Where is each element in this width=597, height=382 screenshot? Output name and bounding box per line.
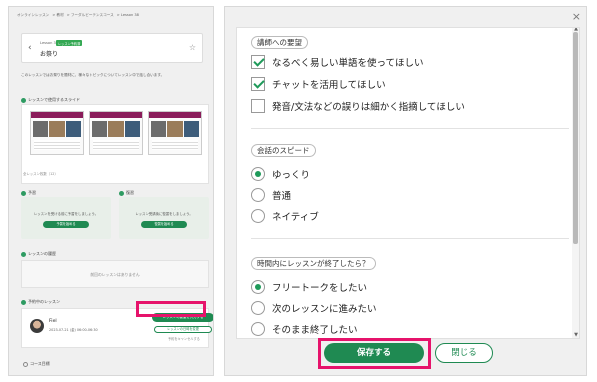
divider (251, 128, 569, 129)
checkbox-option[interactable]: なるべく易しい単語を使ってほしい (251, 55, 424, 69)
radio-unselected[interactable] (251, 301, 265, 315)
breadcrumb: オンラインレッスン > 教材 > フーダルビーテンスコース > Lesson 38 (17, 13, 139, 17)
lesson-title: お祭り (40, 51, 59, 58)
divider (251, 238, 569, 239)
slides-section-heading: レッスンで使用するスライド (21, 97, 80, 103)
reservation-label: 予約中のレッスン (28, 299, 60, 304)
review-label: 復習 (126, 190, 134, 195)
prep-card: レッスンを受ける前に予習をしましょう。 予習を始める (21, 197, 111, 239)
highlight-box (136, 301, 206, 317)
lesson-detail-panel: オンラインレッスン > 教材 > フーダルビーテンスコース > Lesson 38 ‹… (8, 6, 214, 376)
option-label: なるべく易しい単語を使ってほしい (272, 58, 424, 69)
slide-thumbnail[interactable] (30, 111, 84, 155)
back-chevron-icon[interactable]: ‹ (28, 43, 32, 53)
syllabus-heading[interactable]: コース目標 (23, 361, 50, 367)
history-label: レッスンの履歴 (28, 251, 56, 256)
prep-heading: 予習 (21, 190, 36, 196)
radio-unselected[interactable] (251, 188, 265, 202)
radio-option[interactable]: 普通 (251, 188, 291, 202)
slides-count: 全レッスン枚数（12） (23, 172, 58, 176)
reservation-heading: 予約中のレッスン (21, 299, 60, 305)
review-text: レッスン受講後に復習をしましょう。 (135, 212, 193, 216)
scrollbar-thumb[interactable] (573, 32, 578, 244)
start-review-button[interactable]: 復習を始める (141, 221, 187, 228)
slide-thumbnail[interactable] (89, 111, 143, 155)
close-button[interactable]: 閉じる (435, 343, 493, 363)
scroll-up-arrow-icon[interactable]: ▲ (574, 28, 578, 32)
option-label: フリートークをしたい (272, 283, 368, 294)
question-title: 講師への要望 (251, 36, 308, 49)
breadcrumb-item[interactable]: オンラインレッスン (17, 13, 49, 17)
reserved-badge: レッスン予約済 (56, 40, 83, 46)
tutor-avatar[interactable] (30, 319, 44, 333)
request-form-scroll-area[interactable]: 講師への要望 なるべく易しい単語を使ってほしい チャットを活用してほしい 発音/… (236, 27, 580, 339)
checkbox-option[interactable]: 発音/文法などの誤りは細かく指摘してほしい (251, 99, 465, 113)
radio-unselected[interactable] (251, 322, 265, 336)
request-modal: × 講師への要望 なるべく易しい単語を使ってほしい チャットを活用してほしい 発… (224, 6, 587, 376)
breadcrumb-item[interactable]: フーダルビーテンスコース (71, 13, 114, 17)
lesson-header: ‹ Lesson 38 レッスン予約済 お祭り ☆ (21, 33, 203, 63)
breadcrumb-item[interactable]: 教材 (57, 13, 64, 17)
reservation-datetime: 2023-07-21 (金) 06:00-06:30 (49, 328, 98, 332)
radio-option[interactable]: ゆっくり (251, 167, 310, 181)
section-dot-icon (21, 190, 26, 196)
review-heading: 復習 (119, 190, 134, 196)
radio-unselected[interactable] (251, 209, 265, 223)
bookmark-icon[interactable]: ☆ (189, 43, 196, 52)
section-dot-icon (21, 251, 26, 257)
start-prep-button[interactable]: 予習を始める (43, 221, 89, 228)
option-label: 普通 (272, 191, 292, 202)
change-datetime-button[interactable]: レッスンの日時を変更 (154, 326, 212, 333)
checkbox-unchecked[interactable] (251, 99, 265, 113)
circle-icon (23, 361, 28, 367)
radio-selected[interactable] (251, 280, 265, 294)
slides-section-label: レッスンで使用するスライド (28, 97, 80, 102)
option-label: そのまま終了したい (272, 325, 358, 336)
radio-option[interactable]: 次のレッスンに進みたい (251, 301, 377, 315)
radio-option[interactable]: ネイティブ (251, 209, 319, 223)
option-label: チャットを活用してほしい (272, 80, 386, 91)
prep-text: レッスンを受ける前に予習をしましょう。 (33, 212, 99, 216)
tutor-name[interactable]: Fiel (49, 319, 57, 324)
question-title: 時間内にレッスンが終了したら？ (251, 257, 376, 270)
scroll-down-arrow-icon[interactable]: ▼ (574, 332, 578, 338)
syllabus-label: コース目標 (30, 361, 50, 366)
history-empty: 前回のレッスンはありません (21, 260, 209, 288)
section-dot-icon (21, 299, 26, 305)
radio-option[interactable]: フリートークをしたい (251, 280, 367, 294)
lesson-intro-text: このレッスンではお祭りを題材に、様々なトピックについてレッスン中で話し合います。 (21, 73, 165, 77)
option-label: ネイティブ (272, 212, 319, 223)
close-icon[interactable]: × (572, 10, 581, 23)
breadcrumb-item: Lesson 38 (120, 13, 139, 17)
scrollbar[interactable]: ▲ ▼ (572, 28, 579, 338)
cancel-reservation-link[interactable]: 予約をキャンセルする (168, 336, 200, 341)
radio-selected[interactable] (251, 167, 265, 181)
section-dot-icon (21, 97, 26, 103)
option-label: 発音/文法などの誤りは細かく指摘してほしい (272, 102, 465, 113)
checkbox-option[interactable]: チャットを活用してほしい (251, 77, 386, 91)
radio-option[interactable]: そのまま終了したい (251, 322, 358, 336)
slide-thumbnail[interactable] (148, 111, 202, 155)
checkbox-checked[interactable] (251, 77, 265, 91)
question-title: 会話のスピード (251, 144, 316, 157)
checkbox-checked[interactable] (251, 55, 265, 69)
history-heading: レッスンの履歴 (21, 251, 56, 257)
option-label: ゆっくり (272, 170, 311, 181)
option-label: 次のレッスンに進みたい (272, 304, 377, 315)
prep-label: 予習 (28, 190, 36, 195)
highlight-box (318, 338, 431, 369)
section-dot-icon (119, 190, 124, 196)
review-card: レッスン受講後に復習をしましょう。 復習を始める (119, 197, 209, 239)
